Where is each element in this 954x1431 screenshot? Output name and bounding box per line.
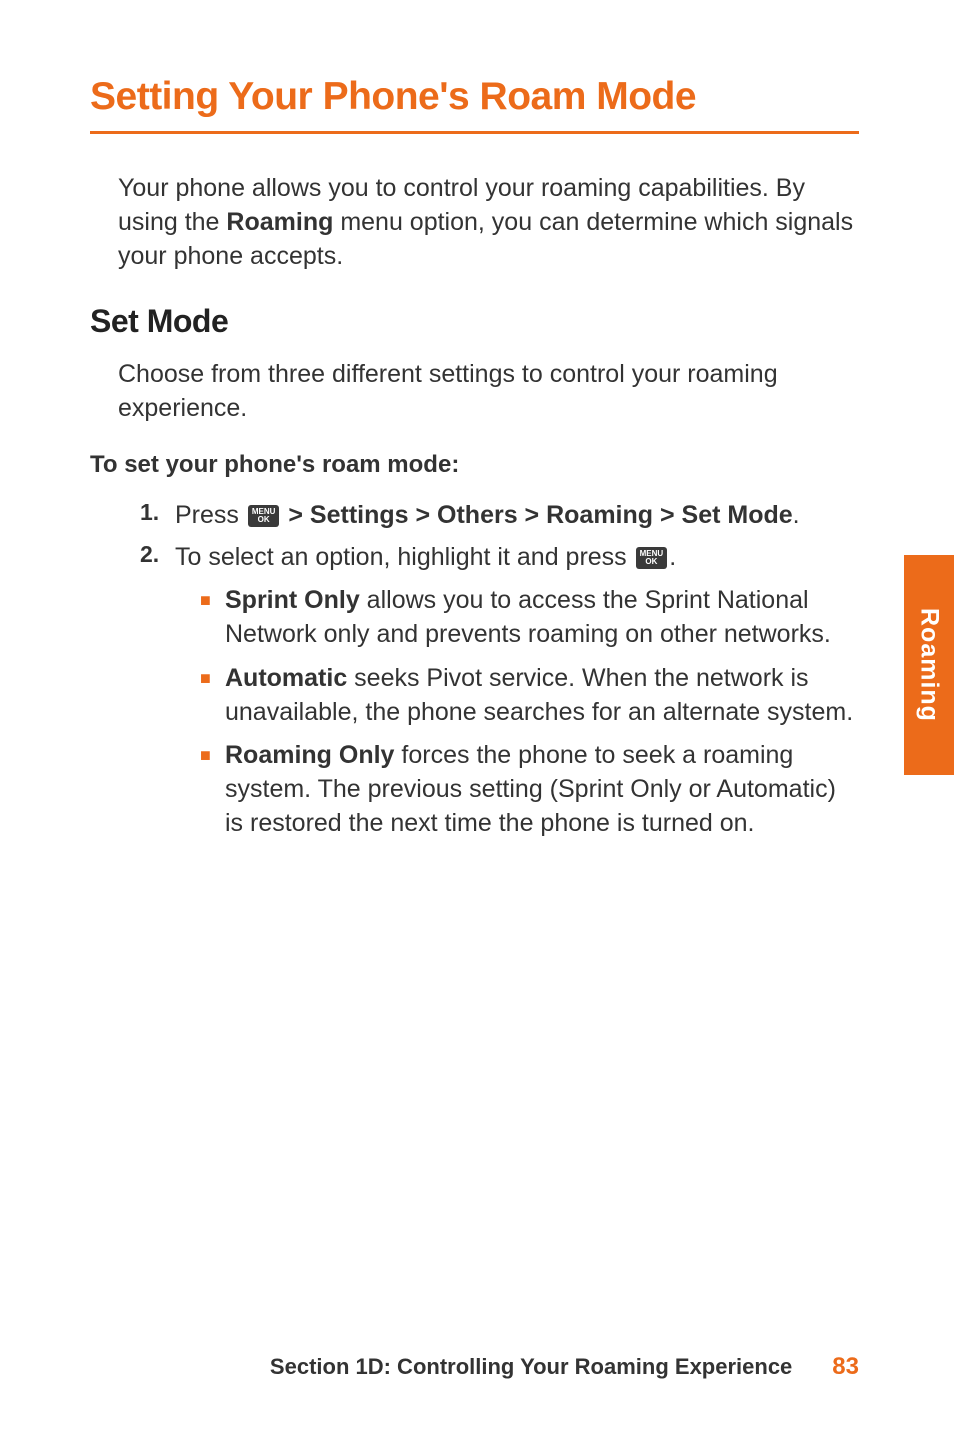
menu-icon-bottom: OK: [252, 516, 276, 524]
bullet-item-3: ■ Roaming Only forces the phone to seek …: [200, 739, 859, 840]
step-2-after: .: [669, 543, 676, 571]
bullet-item-2: ■ Automatic seeks Pivot service. When th…: [200, 662, 859, 730]
bullet-marker: ■: [200, 584, 225, 652]
step-number: 1.: [140, 499, 175, 533]
page-content: Setting Your Phone's Roam Mode Your phon…: [0, 0, 954, 841]
page-footer: Section 1D: Controlling Your Roaming Exp…: [0, 1353, 954, 1381]
step-text: Press MENUOK > Settings > Others > Roami…: [175, 499, 800, 533]
footer-section-label: Section 1D: Controlling Your Roaming Exp…: [270, 1354, 792, 1380]
step-1-path: > Settings > Others > Roaming > Set Mode: [281, 501, 792, 529]
intro-bold: Roaming: [226, 208, 333, 236]
menu-icon-bottom: OK: [640, 558, 664, 566]
step-number: 2.: [140, 541, 175, 575]
bullet-1-bold: Sprint Only: [225, 586, 360, 614]
page-title: Setting Your Phone's Roam Mode: [90, 75, 859, 119]
side-tab-label: Roaming: [915, 608, 944, 722]
bullet-text: Automatic seeks Pivot service. When the …: [225, 662, 859, 730]
heading-underline: [90, 131, 859, 134]
step-1: 1. Press MENUOK > Settings > Others > Ro…: [140, 499, 859, 533]
instruction-label: To set your phone's roam mode:: [90, 451, 859, 479]
bullet-3-bold: Roaming Only: [225, 741, 394, 769]
bullet-list: ■ Sprint Only allows you to access the S…: [200, 584, 859, 840]
intro-paragraph: Your phone allows you to control your ro…: [118, 172, 859, 273]
menu-ok-icon: MENUOK: [248, 505, 280, 527]
step-2: 2. To select an option, highlight it and…: [140, 541, 859, 575]
bullet-text: Roaming Only forces the phone to seek a …: [225, 739, 859, 840]
sub-heading: Set Mode: [90, 303, 859, 340]
step-2-before: To select an option, highlight it and pr…: [175, 543, 634, 571]
bullet-marker: ■: [200, 662, 225, 730]
bullet-item-1: ■ Sprint Only allows you to access the S…: [200, 584, 859, 652]
bullet-text: Sprint Only allows you to access the Spr…: [225, 584, 859, 652]
menu-ok-icon: MENUOK: [636, 547, 668, 569]
body-paragraph: Choose from three different settings to …: [118, 358, 859, 426]
step-1-after: .: [793, 501, 800, 529]
step-list: 1. Press MENUOK > Settings > Others > Ro…: [140, 499, 859, 575]
page-number: 83: [832, 1353, 859, 1381]
step-text: To select an option, highlight it and pr…: [175, 541, 676, 575]
bullet-marker: ■: [200, 739, 225, 840]
step-1-before: Press: [175, 501, 246, 529]
bullet-2-bold: Automatic: [225, 664, 347, 692]
side-tab: Roaming: [904, 555, 954, 775]
